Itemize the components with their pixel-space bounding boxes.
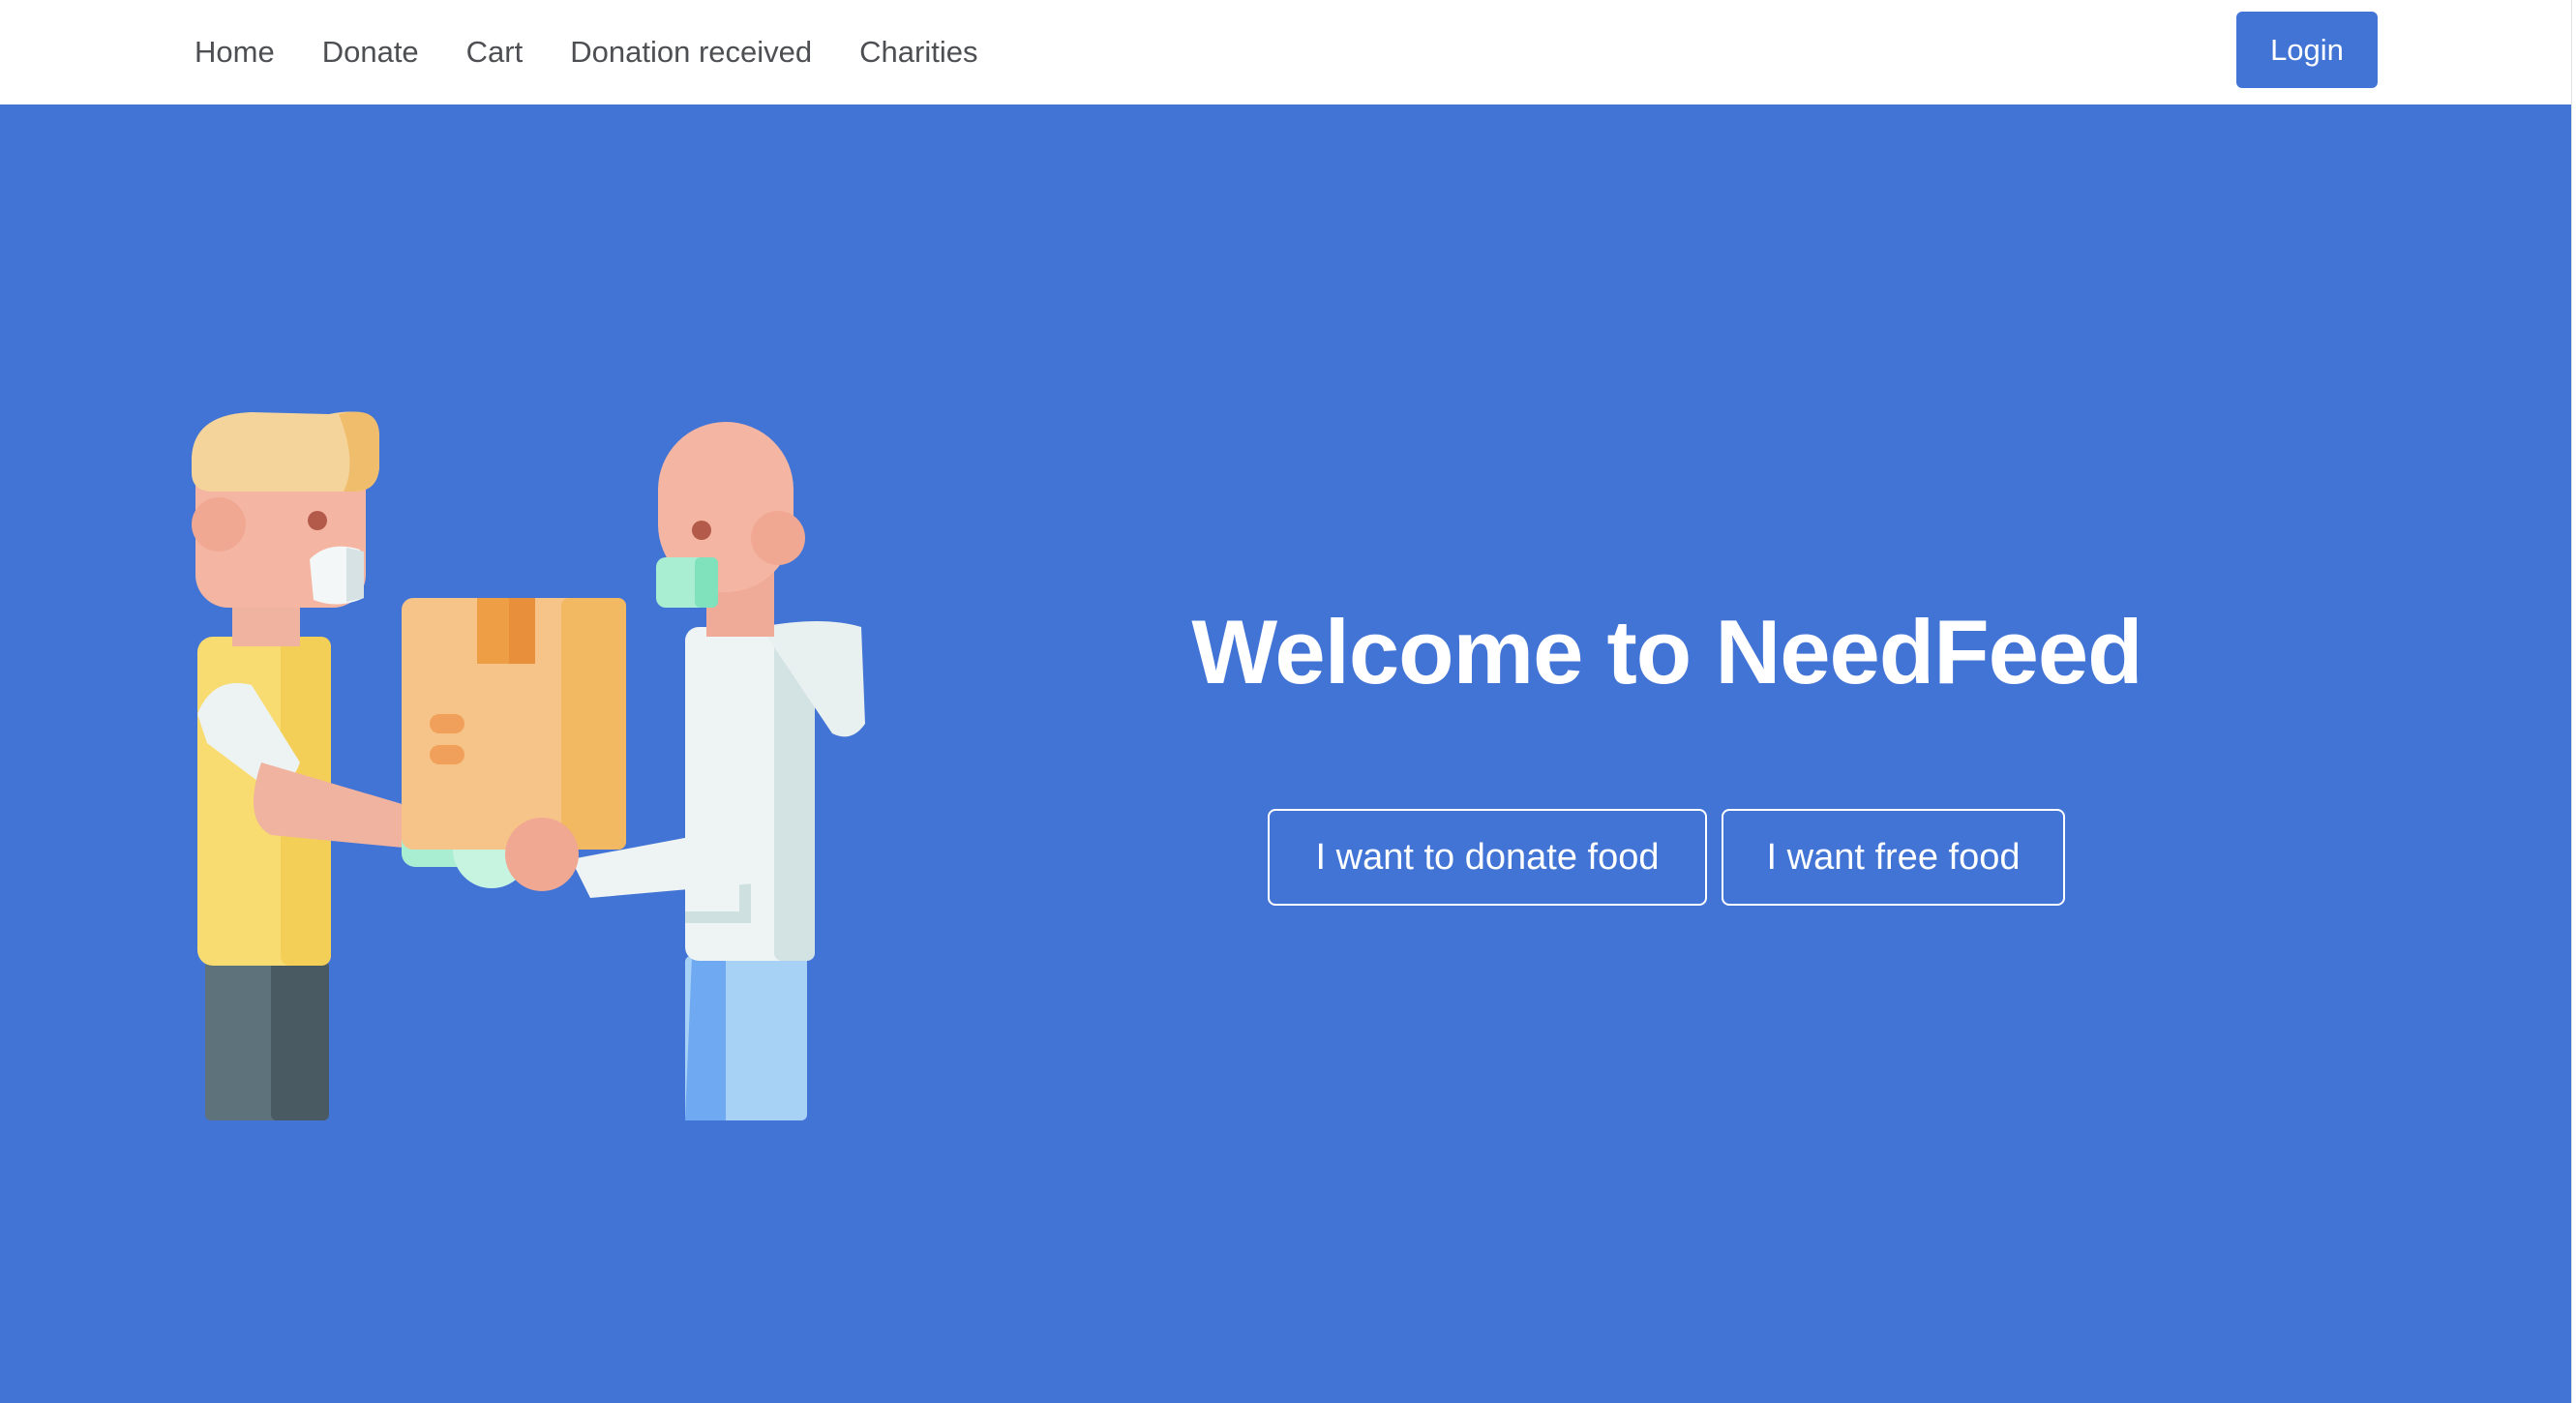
nav-link-donate[interactable]: Donate [322,35,419,70]
nav-link-charities[interactable]: Charities [859,35,977,70]
nav-link-cart[interactable]: Cart [466,35,524,70]
scrollbar-gutter [2571,0,2576,1403]
food-box [402,598,626,850]
hero-title: Welcome to NeedFeed [1191,601,2142,702]
donate-food-button[interactable]: I want to donate food [1268,809,1707,906]
nav-link-home[interactable]: Home [195,35,275,70]
free-food-button[interactable]: I want free food [1722,809,2065,906]
nav-link-donation-received[interactable]: Donation received [570,35,812,70]
top-navbar: Home Donate Cart Donation received Chari… [0,0,2576,104]
nav-links: Home Donate Cart Donation received Chari… [195,0,1025,104]
page: Home Donate Cart Donation received Chari… [0,0,2576,1403]
food-donation-illustration [192,411,865,1120]
login-button[interactable]: Login [2236,12,2378,88]
